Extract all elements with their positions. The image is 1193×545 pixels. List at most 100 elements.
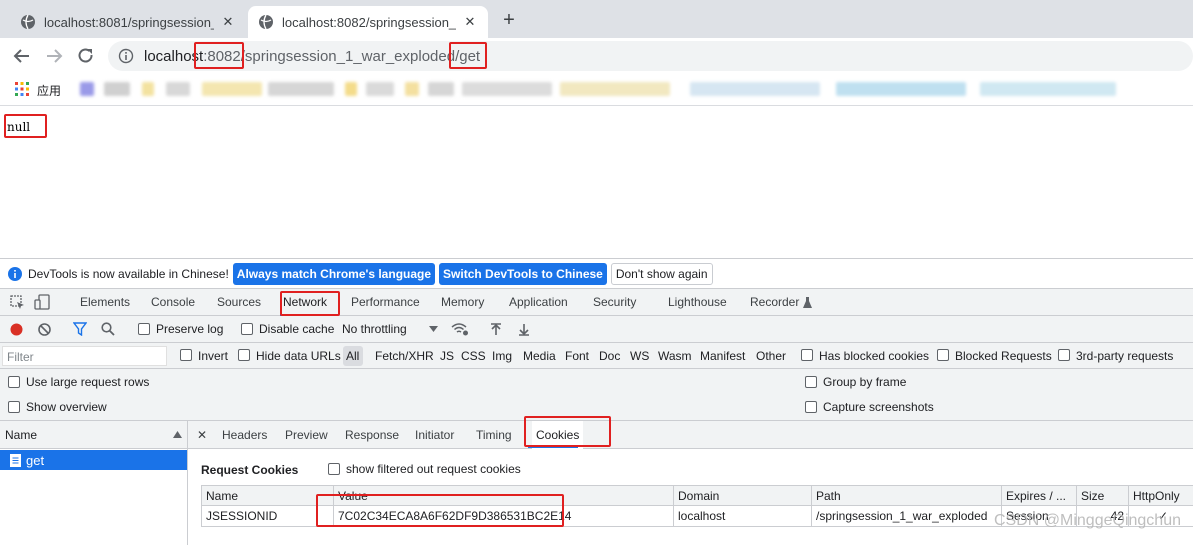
third-party-checkbox[interactable] (1058, 349, 1070, 361)
detail-tab-initiator[interactable]: Initiator (415, 421, 454, 449)
reload-button[interactable] (74, 44, 98, 68)
type-filter-img[interactable]: Img (492, 349, 512, 363)
type-filter-font[interactable]: Font (565, 349, 589, 363)
col-expires[interactable]: Expires / ... (1002, 485, 1077, 506)
throttling-select[interactable]: No throttling (342, 322, 407, 336)
type-filter-css[interactable]: CSS (461, 349, 486, 363)
blurred-bookmark[interactable] (345, 82, 357, 96)
invert-checkbox[interactable] (180, 349, 192, 361)
device-toolbar-icon[interactable] (34, 294, 50, 310)
has-blocked-cookies-checkbox[interactable] (801, 349, 813, 361)
chevron-down-icon[interactable] (428, 324, 438, 334)
type-filter-all[interactable]: All (346, 349, 359, 363)
cookie-domain-cell[interactable]: localhost (674, 506, 812, 527)
detail-tab-response[interactable]: Response (345, 421, 399, 449)
close-detail-icon[interactable]: ✕ (197, 421, 207, 449)
cookie-path-cell[interactable]: /springsession_1_war_exploded (812, 506, 1002, 527)
blurred-bookmark[interactable] (166, 82, 190, 96)
disable-cache-checkbox[interactable] (241, 323, 253, 335)
always-match-language-button[interactable]: Always match Chrome's language (232, 262, 436, 285)
type-filter-js[interactable]: JS (440, 349, 454, 363)
close-tab-icon[interactable]: ✕ (462, 14, 478, 30)
tab-strip: localhost:8081/springsession_1 ✕ localho… (0, 0, 1193, 38)
type-filter-doc[interactable]: Doc (599, 349, 620, 363)
tab-elements[interactable]: Elements (80, 289, 130, 316)
highlight-cookie-value-box (316, 494, 564, 527)
record-icon[interactable] (9, 322, 23, 336)
show-filtered-cookies-checkbox[interactable] (328, 463, 340, 475)
type-filter-manifest[interactable]: Manifest (700, 349, 745, 363)
tab-memory[interactable]: Memory (441, 289, 484, 316)
tab-security[interactable]: Security (593, 289, 636, 316)
blurred-bookmark[interactable] (980, 82, 1116, 96)
filter-input[interactable]: Filter (2, 346, 167, 366)
third-party-label: 3rd-party requests (1076, 349, 1174, 363)
tab-lighthouse[interactable]: Lighthouse (668, 289, 727, 316)
detail-tab-headers[interactable]: Headers (222, 421, 267, 449)
close-tab-icon[interactable]: ✕ (220, 14, 236, 30)
clear-icon[interactable] (37, 322, 51, 336)
blurred-bookmark[interactable] (462, 82, 552, 96)
tab-recorder[interactable]: Recorder (750, 289, 799, 316)
cookie-name-cell[interactable]: JSESSIONID (201, 506, 334, 527)
reload-icon (78, 48, 93, 63)
blocked-requests-checkbox[interactable] (937, 349, 949, 361)
detail-tab-preview[interactable]: Preview (285, 421, 328, 449)
tab-console[interactable]: Console (151, 289, 195, 316)
col-size[interactable]: Size (1077, 485, 1129, 506)
blurred-bookmark[interactable] (268, 82, 334, 96)
tab-sources[interactable]: Sources (217, 289, 261, 316)
col-domain[interactable]: Domain (674, 485, 812, 506)
blurred-bookmark[interactable] (428, 82, 454, 96)
blurred-bookmark[interactable] (405, 82, 419, 96)
watermark: CSDN @MinggeQingchun (994, 512, 1181, 529)
type-filter-media[interactable]: Media (523, 349, 556, 363)
large-rows-checkbox[interactable] (8, 376, 20, 388)
tab-application[interactable]: Application (509, 289, 568, 316)
col-path[interactable]: Path (812, 485, 1002, 506)
tab-title: localhost:8082/springsession_1 (282, 14, 456, 30)
blurred-bookmark[interactable] (366, 82, 394, 96)
blurred-bookmark[interactable] (560, 82, 670, 96)
browser-tab-8082[interactable]: localhost:8082/springsession_1 ✕ (248, 6, 488, 38)
blurred-bookmark[interactable] (690, 82, 820, 96)
network-conditions-icon[interactable] (451, 321, 469, 337)
new-tab-button[interactable]: + (498, 9, 520, 31)
back-button[interactable] (10, 44, 34, 68)
inspect-element-icon[interactable] (9, 294, 25, 310)
switch-to-chinese-button[interactable]: Switch DevTools to Chinese (439, 262, 607, 285)
show-overview-checkbox[interactable] (8, 401, 20, 413)
blurred-bookmark[interactable] (202, 82, 262, 96)
apps-label[interactable]: 应用 (37, 82, 61, 99)
preserve-log-checkbox[interactable] (138, 323, 150, 335)
col-name[interactable]: Name (201, 485, 334, 506)
blurred-bookmark[interactable] (104, 82, 130, 96)
highlight-port-box (194, 42, 244, 69)
browser-tab-8081[interactable]: localhost:8081/springsession_1 ✕ (10, 6, 246, 38)
detail-tab-timing[interactable]: Timing (476, 421, 512, 449)
apps-grid-icon[interactable] (14, 81, 30, 97)
group-by-frame-checkbox[interactable] (805, 376, 817, 388)
tab-performance[interactable]: Performance (351, 289, 420, 316)
request-row[interactable]: get (0, 450, 187, 470)
col-httponly[interactable]: HttpOnly (1129, 485, 1193, 506)
export-har-icon[interactable] (517, 322, 530, 336)
sort-ascending-icon[interactable] (172, 430, 182, 438)
dont-show-again-button[interactable]: Don't show again (610, 262, 713, 285)
blurred-bookmark[interactable] (142, 82, 154, 96)
blurred-bookmark[interactable] (836, 82, 966, 96)
search-icon[interactable] (101, 322, 115, 336)
type-filter-other[interactable]: Other (756, 349, 786, 363)
type-filter-fetch[interactable]: Fetch/XHR (375, 349, 434, 363)
type-filter-ws[interactable]: WS (630, 349, 649, 363)
type-filter-wasm[interactable]: Wasm (658, 349, 692, 363)
forward-button[interactable] (42, 44, 66, 68)
blurred-bookmark[interactable] (80, 82, 94, 96)
import-har-icon[interactable] (489, 322, 502, 336)
filter-icon[interactable] (73, 322, 87, 336)
capture-screenshots-checkbox[interactable] (805, 401, 817, 413)
info-icon[interactable] (118, 48, 134, 64)
address-bar[interactable]: localhost:8082/springsession_1_war_explo… (108, 41, 1193, 71)
hide-data-urls-checkbox[interactable] (238, 349, 250, 361)
name-column-header[interactable]: Name (0, 421, 187, 449)
